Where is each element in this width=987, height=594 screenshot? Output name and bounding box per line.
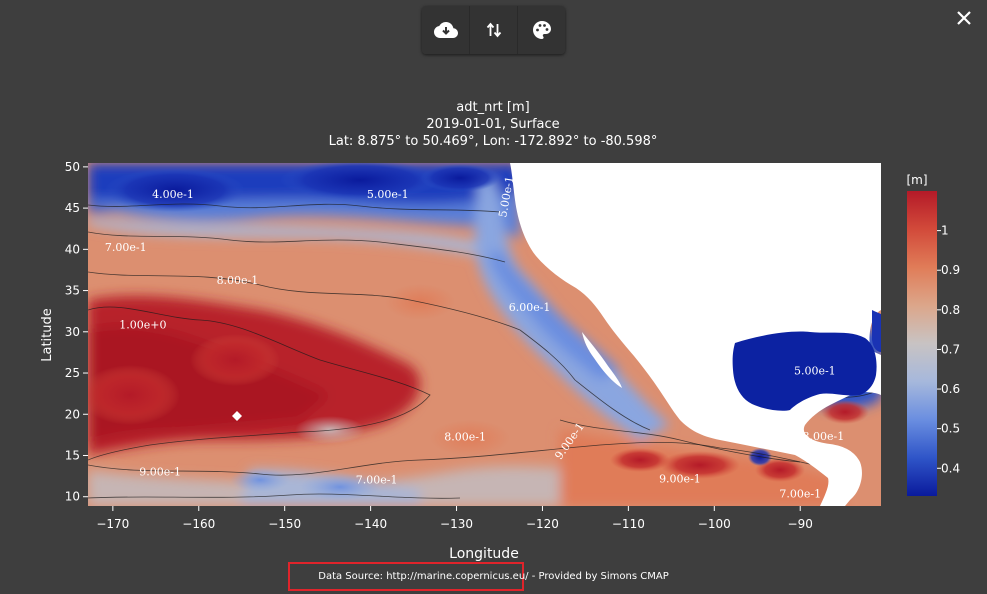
- x-tick-label: −100: [698, 517, 731, 531]
- x-tick-label: −90: [788, 517, 813, 531]
- x-tick-label: −120: [526, 517, 559, 531]
- x-tick-label: −170: [96, 517, 129, 531]
- contour-label: 5.00e-1: [367, 188, 409, 201]
- source-label: Data Source:: [318, 571, 384, 582]
- y-tick-label: 15: [65, 448, 80, 462]
- data-source-footer: Data Source: http://marine.copernicus.eu…: [0, 571, 987, 582]
- x-tick-label: −130: [440, 517, 473, 531]
- x-tick-label: −150: [268, 517, 301, 531]
- contour-label: 9.00e-1: [139, 465, 181, 478]
- colorbar-title: [m]: [906, 173, 927, 187]
- colorbar-tick-label: 0.6: [941, 382, 960, 396]
- colorbar: [907, 191, 937, 496]
- x-tick-label: −160: [182, 517, 215, 531]
- colorbar-tick-label: 0.8: [941, 303, 960, 317]
- colorbar-tick-label: 0.9: [941, 263, 960, 277]
- y-tick-label: 40: [65, 242, 80, 256]
- y-tick-label: 30: [65, 325, 80, 339]
- y-axis-label: Latitude: [40, 308, 55, 362]
- x-tick-label: −110: [612, 517, 645, 531]
- contour-label: 9.00e-1: [659, 473, 701, 486]
- contour-label: 1.00e+0: [119, 318, 166, 331]
- source-link[interactable]: http://marine.copernicus.eu/: [386, 571, 528, 582]
- y-tick-label: 25: [65, 366, 80, 380]
- contour-label: 7.00e-1: [779, 488, 821, 501]
- contour-label: 8.00e-1: [803, 430, 845, 443]
- y-tick-label: 45: [65, 201, 80, 215]
- y-tick-label: 10: [65, 490, 80, 504]
- colorbar-ticks: 0.4 0.5 0.6 0.7 0.8 0.9 1: [937, 224, 960, 475]
- contour-label: 7.00e-1: [105, 241, 147, 254]
- y-tick-label: 35: [65, 284, 80, 298]
- contour-label: 5.00e-1: [794, 365, 836, 378]
- provider-text: - Provided by Simons CMAP: [528, 571, 669, 582]
- contour-label: 4.00e-1: [152, 188, 194, 201]
- heatmap-field: [88, 163, 881, 506]
- x-tick-label: −140: [354, 517, 387, 531]
- colorbar-tick-label: 1: [941, 224, 949, 238]
- colorbar-tick-label: 0.7: [941, 342, 960, 356]
- colorbar-tick-label: 0.5: [941, 422, 960, 436]
- contour-label: 8.00e-1: [444, 431, 486, 444]
- contour-label: 7.00e-1: [356, 474, 398, 487]
- heatmap-plot: −170 −160 −150 −140 −130 −120 −110 −100 −90 10 15 2…: [40, 160, 960, 562]
- x-axis-label: Longitude: [449, 546, 519, 562]
- y-tick-label: 20: [65, 407, 80, 421]
- contour-label: 6.00e-1: [509, 301, 551, 314]
- contour-label: 8.00e-1: [217, 274, 259, 287]
- colorbar-tick-label: 0.4: [941, 461, 960, 475]
- y-tick-label: 50: [65, 160, 80, 174]
